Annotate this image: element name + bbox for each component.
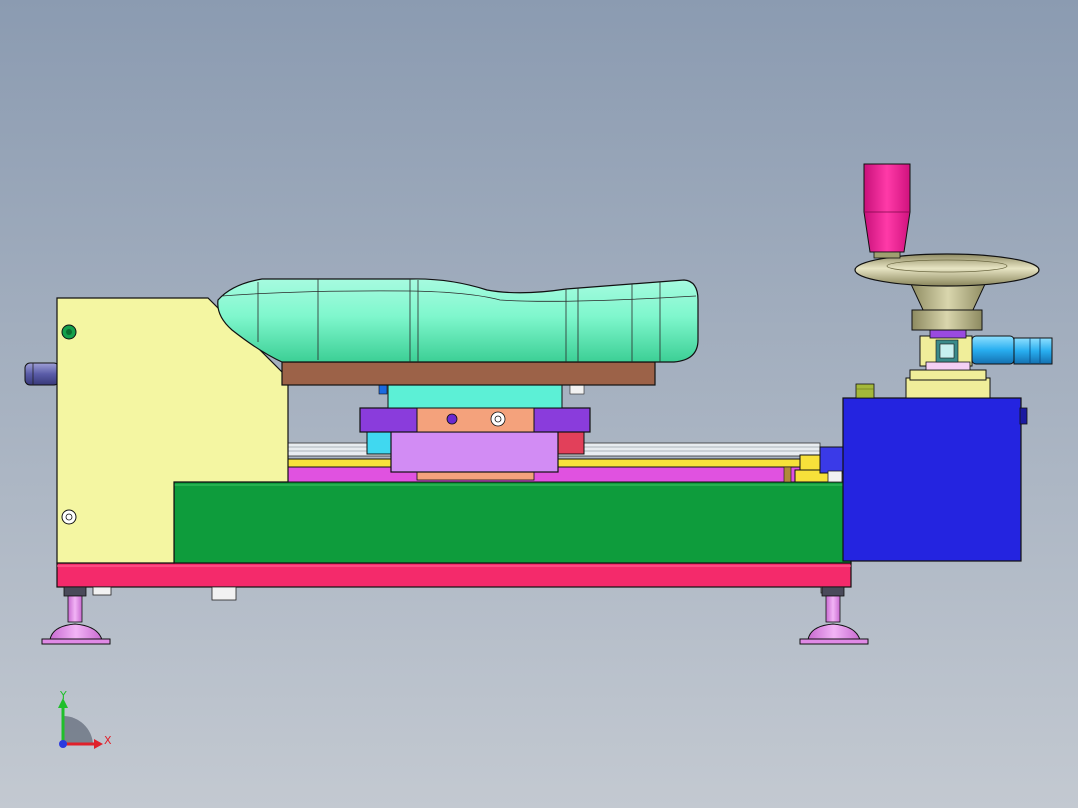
triad-x-label: X: [104, 734, 112, 747]
levelling-foot-right: [799, 586, 869, 645]
left-shaft: [24, 362, 60, 386]
green-block: [173, 481, 852, 564]
cad-assembly-view: Y X: [24, 163, 1053, 749]
handwheel: [854, 253, 1040, 331]
triad-z-axis: [59, 740, 67, 748]
triad-y-label: Y: [59, 689, 67, 702]
base-studs: [92, 586, 840, 601]
base-plate: [56, 562, 852, 588]
olive-knob: [855, 383, 875, 399]
hose-fitting: [971, 335, 1053, 365]
levelling-foot-left: [41, 586, 111, 645]
blue-block: [819, 397, 1028, 562]
wheel-handle: [863, 163, 911, 259]
slider-carriage: [359, 384, 591, 481]
seat-plate: [281, 361, 656, 386]
cad-viewport[interactable]: Y X: [0, 0, 1078, 808]
coordinate-triad: Y X: [58, 689, 112, 749]
seat-cushion: [217, 278, 699, 363]
